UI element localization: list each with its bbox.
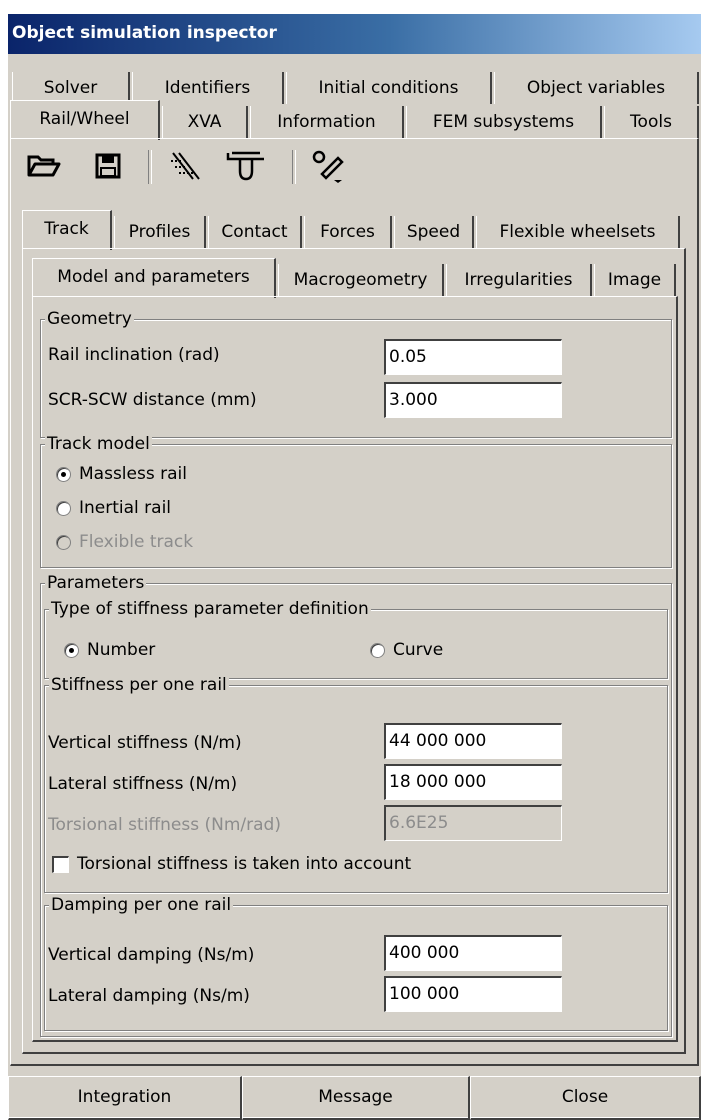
rail-inclination-label: Rail inclination (rad) [48, 345, 220, 365]
torsional-stiffness-label: Torsional stiffness (Nm/rad) [48, 815, 281, 835]
geometry-legend: Geometry [45, 309, 134, 329]
checkbox-unchecked-icon [52, 855, 69, 873]
radio-unselected-icon [370, 642, 385, 658]
tab-initial-conditions[interactable]: Initial conditions [286, 72, 492, 104]
close-button[interactable]: Close [470, 1076, 701, 1120]
lateral-damping-label: Lateral damping (Ns/m) [48, 986, 250, 1006]
subtab-track[interactable]: Track [22, 210, 112, 250]
tab-object-variables[interactable]: Object variables [494, 72, 699, 104]
subtab-model-and-parameters[interactable]: Model and parameters [32, 258, 276, 298]
radio-flexible-track: Flexible track [56, 532, 193, 552]
title-bar: Object simulation inspector [8, 14, 701, 54]
radio-inertial-rail[interactable]: Inertial rail [56, 498, 171, 518]
radio-selected-icon [56, 466, 71, 482]
torsional-stiffness-checkbox[interactable]: Torsional stiffness is taken into accoun… [52, 854, 411, 874]
subtab-speed[interactable]: Speed [394, 216, 474, 248]
edit-settings-icon[interactable] [308, 146, 348, 186]
vertical-damping-label: Vertical damping (Ns/m) [48, 945, 255, 965]
lateral-stiffness-label: Lateral stiffness (N/m) [48, 774, 238, 794]
toolbar-separator [148, 150, 152, 184]
message-button[interactable]: Message [242, 1076, 470, 1120]
parameters-legend: Parameters [45, 573, 147, 593]
subtab-irregularities[interactable]: Irregularities [446, 264, 592, 296]
damping-legend: Damping per one rail [49, 895, 234, 915]
torsional-stiffness-input: 6.6E25 [384, 805, 562, 841]
radio-disabled-icon [56, 534, 71, 550]
window-title: Object simulation inspector [12, 23, 277, 43]
inspector-window: Object simulation inspector Solver Ident… [8, 14, 701, 1120]
open-folder-icon[interactable] [24, 146, 64, 186]
tab-fem-subsystems[interactable]: FEM subsystems [406, 106, 602, 138]
stiffness-type-legend: Type of stiffness parameter definition [49, 599, 371, 619]
wheel-profile-icon[interactable] [226, 146, 266, 186]
vertical-stiffness-input[interactable]: 44 000 000 [384, 723, 562, 759]
tab-information[interactable]: Information [250, 106, 404, 138]
geometry-group: Geometry [40, 309, 672, 438]
tab-tools[interactable]: Tools [604, 106, 699, 138]
subtab-profiles[interactable]: Profiles [114, 216, 206, 248]
damping-group: Damping per one rail [44, 895, 668, 1031]
subtab-contact[interactable]: Contact [208, 216, 302, 248]
tab-rail-wheel[interactable]: Rail/Wheel [10, 100, 160, 140]
save-icon[interactable] [88, 146, 128, 186]
stiffness-legend: Stiffness per one rail [49, 675, 229, 695]
integration-button[interactable]: Integration [8, 1076, 242, 1120]
radio-unselected-icon [56, 500, 71, 516]
rail-inclination-input[interactable]: 0.05 [384, 339, 562, 375]
subtab-forces[interactable]: Forces [304, 216, 392, 248]
radio-selected-icon [64, 642, 79, 658]
subtab-image[interactable]: Image [594, 264, 676, 296]
radio-massless-rail[interactable]: Massless rail [56, 464, 187, 484]
toolbar-separator [292, 150, 296, 184]
radio-number[interactable]: Number [64, 640, 155, 660]
lateral-stiffness-input[interactable]: 18 000 000 [384, 764, 562, 800]
rail-icon[interactable] [164, 146, 204, 186]
track-model-legend: Track model [45, 434, 152, 454]
radio-curve[interactable]: Curve [370, 640, 443, 660]
vertical-stiffness-label: Vertical stiffness (N/m) [48, 733, 242, 753]
vertical-damping-input[interactable]: 400 000 [384, 935, 562, 971]
scr-scw-distance-input[interactable]: 3.000 [384, 382, 562, 418]
scr-scw-distance-label: SCR-SCW distance (mm) [48, 390, 257, 410]
lateral-damping-input[interactable]: 100 000 [384, 976, 562, 1012]
subtab-flexible-wheelsets[interactable]: Flexible wheelsets [476, 216, 680, 248]
tab-xva[interactable]: XVA [162, 106, 248, 138]
subtab-macrogeometry[interactable]: Macrogeometry [278, 264, 444, 296]
